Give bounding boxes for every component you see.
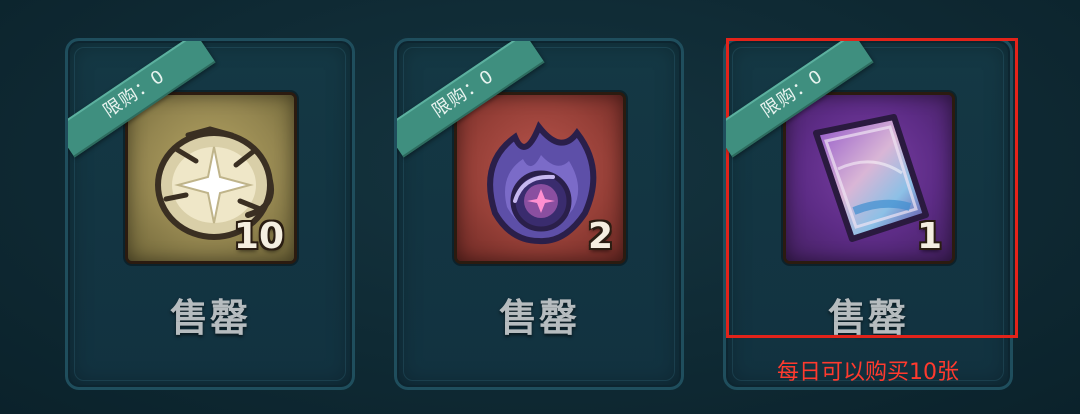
sold-out-label[interactable]: 售罄	[397, 287, 681, 342]
shop-item-card-2[interactable]: 限购：0 2 售罄	[394, 38, 684, 390]
item-icon-frame: 2	[457, 95, 623, 261]
annotation-text: 每日可以购买10张	[777, 360, 959, 385]
item-quantity: 1	[916, 216, 942, 257]
sold-out-label[interactable]: 售罄	[726, 287, 1010, 342]
sold-out-label[interactable]: 售罄	[68, 287, 352, 342]
shop-item-card-1[interactable]: 限购：0 10 售罄	[65, 38, 355, 390]
shop-item-card-3[interactable]: 限购：0 1 售罄	[723, 38, 1013, 390]
item-quantity: 2	[587, 216, 613, 257]
item-quantity: 10	[233, 216, 284, 257]
item-icon-frame: 10	[128, 95, 294, 261]
item-icon-frame: 1	[786, 95, 952, 261]
